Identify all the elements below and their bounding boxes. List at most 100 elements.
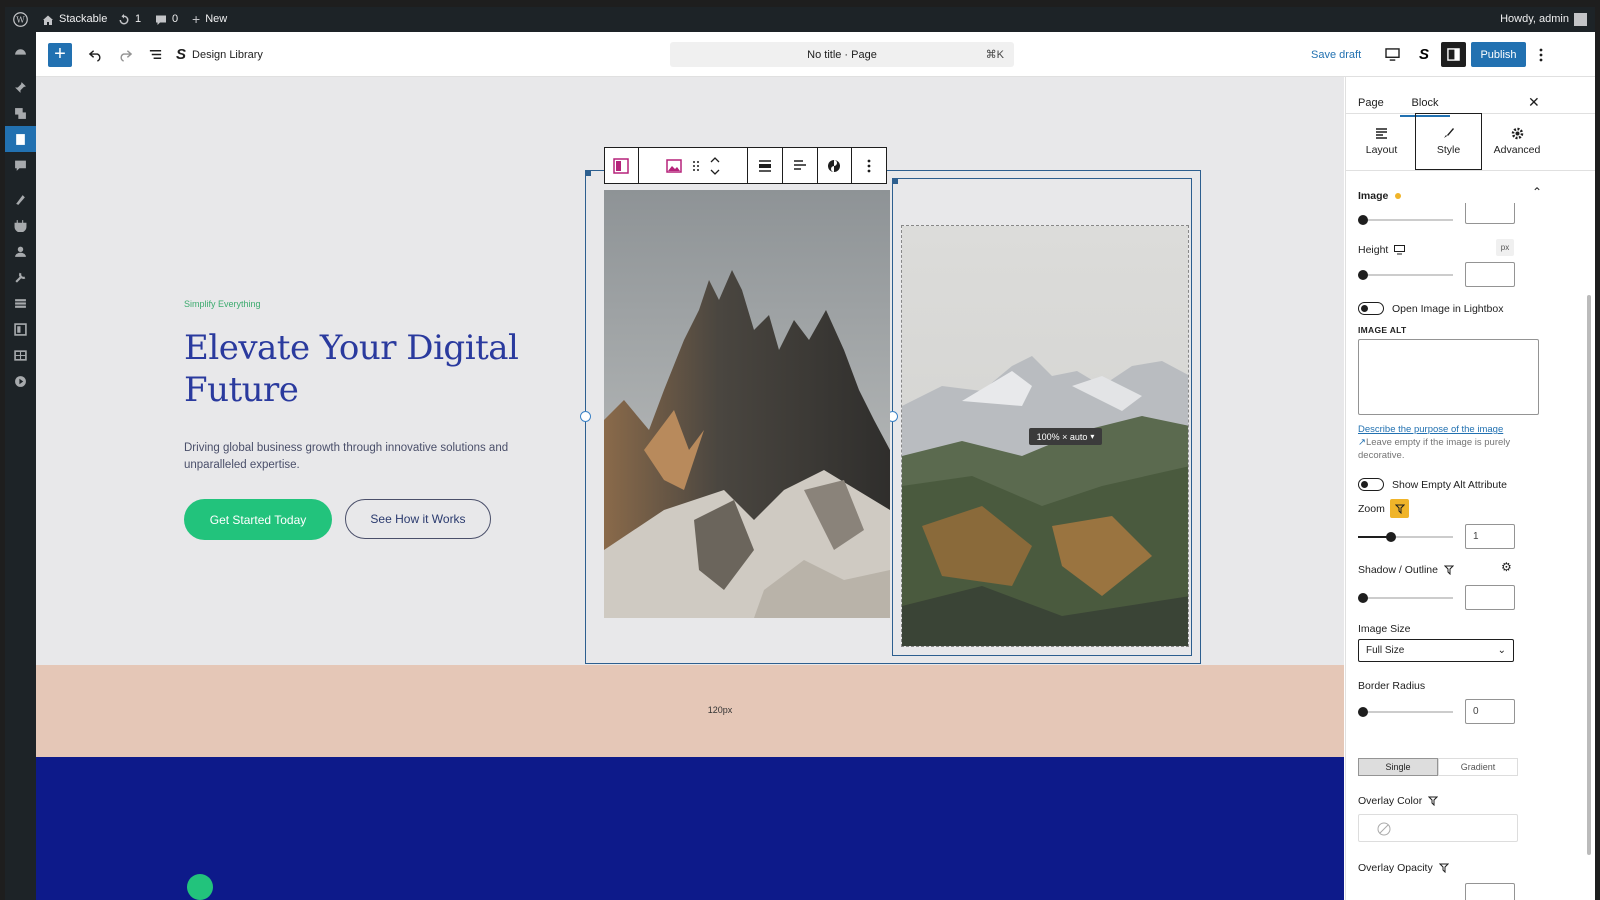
shadow-slider[interactable] [1358,593,1453,603]
pages-icon[interactable] [5,126,36,152]
alt-help-link[interactable]: Describe the purpose of the image [1358,424,1503,435]
block-options-icon[interactable] [852,148,886,183]
wordpress-logo-icon[interactable]: W [13,7,28,32]
undo-icon[interactable] [82,32,108,77]
width-input[interactable] [1465,203,1515,224]
image-size-label: Image Size [1358,623,1411,635]
hero-eyebrow[interactable]: Simplify Everything [184,299,261,309]
document-overview-icon[interactable] [142,32,168,77]
design-library-button[interactable]: S Design Library [176,32,263,77]
site-name-link[interactable]: Stackable [42,7,107,32]
layout-icon[interactable] [13,322,28,337]
spacer-height-label: 120px [707,705,733,715]
border-radius-label: Border Radius [1358,680,1426,692]
tab-layout[interactable]: Layout [1348,113,1415,170]
hero-heading[interactable]: Elevate Your Digital Future [184,327,544,411]
settings-icon[interactable] [13,296,28,311]
overlay-gradient-button[interactable]: Gradient [1438,758,1518,776]
width-slider[interactable] [1358,215,1453,225]
new-content-link[interactable]: + New [192,7,227,32]
height-input[interactable] [1465,262,1515,287]
appearance-icon[interactable] [13,192,28,207]
blue-section[interactable] [36,757,1344,900]
zoom-input[interactable]: 1 [1465,524,1515,549]
publish-button[interactable]: Publish [1471,42,1526,67]
dashboard-icon[interactable] [13,45,28,60]
border-radius-input[interactable]: 0 [1465,699,1515,724]
shadow-input[interactable] [1465,585,1515,610]
external-link-icon: ↗ [1358,437,1366,448]
shadow-settings-gear-icon[interactable]: ⚙ [1501,560,1512,574]
more-options-icon[interactable] [1534,32,1548,77]
image-size-select[interactable]: Full Size ⌄ [1358,639,1514,662]
hover-state-icon[interactable] [1438,863,1449,873]
comments-link[interactable]: 0 [155,7,178,32]
slider-knob[interactable] [1358,215,1368,225]
align-text-icon[interactable] [783,148,818,183]
updates-link[interactable]: 1 [118,7,141,32]
slider-knob[interactable] [1358,270,1368,280]
add-block-button[interactable]: + [48,43,72,67]
image-block-icon[interactable] [666,158,682,174]
comments-count: 0 [172,13,179,25]
document-title-bar[interactable]: No title · Page ⌘K [670,42,1014,67]
image-panel-header[interactable]: Image [1358,190,1402,202]
save-draft-button[interactable]: Save draft [1311,32,1361,77]
slider-knob[interactable] [1358,707,1368,717]
drag-handle-icon[interactable] [692,160,700,172]
hover-state-icon[interactable] [1428,796,1439,806]
hover-state-icon[interactable] [1443,565,1454,575]
users-icon[interactable] [13,244,28,259]
slider-knob[interactable] [1358,593,1368,603]
chevron-up-icon[interactable]: ⌃ [1532,185,1542,199]
account-menu[interactable]: Howdy, admin [1500,7,1587,32]
tab-style[interactable]: Style [1415,113,1482,170]
lightbox-label: Open Image in Lightbox [1392,303,1504,315]
unit-selector[interactable]: px [1496,239,1514,256]
home-icon [43,15,53,25]
plugins-icon[interactable] [13,218,28,233]
resize-handle[interactable] [580,411,591,422]
updates-count: 1 [135,13,142,25]
slider-knob[interactable] [1386,532,1397,542]
empty-alt-toggle[interactable] [1358,478,1384,491]
redo-icon[interactable] [112,32,138,77]
media-icon[interactable] [13,106,28,121]
lightbox-toggle[interactable] [1358,302,1384,315]
command-shortcut: ⌘K [985,49,1004,61]
image-alt-label: IMAGE ALT [1358,325,1407,335]
hero-description[interactable]: Driving global business growth through i… [184,440,524,474]
move-up-down-icon[interactable] [710,156,720,176]
comment-icon [156,15,166,25]
tools-icon[interactable] [13,270,28,285]
overlay-opacity-input[interactable] [1465,883,1515,900]
zoom-hover-state-icon[interactable] [1390,499,1409,518]
sidebar-scrollbar[interactable] [1587,295,1591,855]
tab-advanced[interactable]: Advanced [1482,113,1552,170]
table-icon[interactable] [13,348,28,363]
tab-advanced-label: Advanced [1493,144,1541,156]
preview-desktop-icon[interactable] [1380,32,1404,77]
play-icon[interactable] [13,374,28,389]
shadow-label: Shadow / Outline [1358,564,1438,576]
image-alt-textarea[interactable] [1358,339,1539,415]
comments-icon[interactable] [13,158,28,173]
zoom-slider[interactable] [1358,532,1453,542]
sidebar-toggle-icon[interactable] [1441,42,1466,67]
green-circle-element[interactable] [187,874,213,900]
stackable-settings-icon[interactable]: S [1412,32,1436,77]
height-slider[interactable] [1358,270,1453,280]
tab-style-label: Style [1436,144,1461,156]
plus-icon: + [192,11,201,27]
get-started-button[interactable]: Get Started Today [184,499,332,540]
overlay-color-picker[interactable] [1358,814,1518,842]
border-radius-slider[interactable] [1358,707,1453,717]
image-size-indicator[interactable]: 100% × auto ▾ [1029,428,1102,445]
style-copy-icon[interactable] [818,148,853,183]
see-how-it-works-button[interactable]: See How it Works [345,499,491,539]
pin-icon[interactable] [13,80,28,95]
align-block-icon[interactable] [748,148,783,183]
mountain-image[interactable] [604,190,890,618]
columns-block-icon[interactable] [605,148,639,183]
overlay-single-button[interactable]: Single [1358,758,1438,776]
